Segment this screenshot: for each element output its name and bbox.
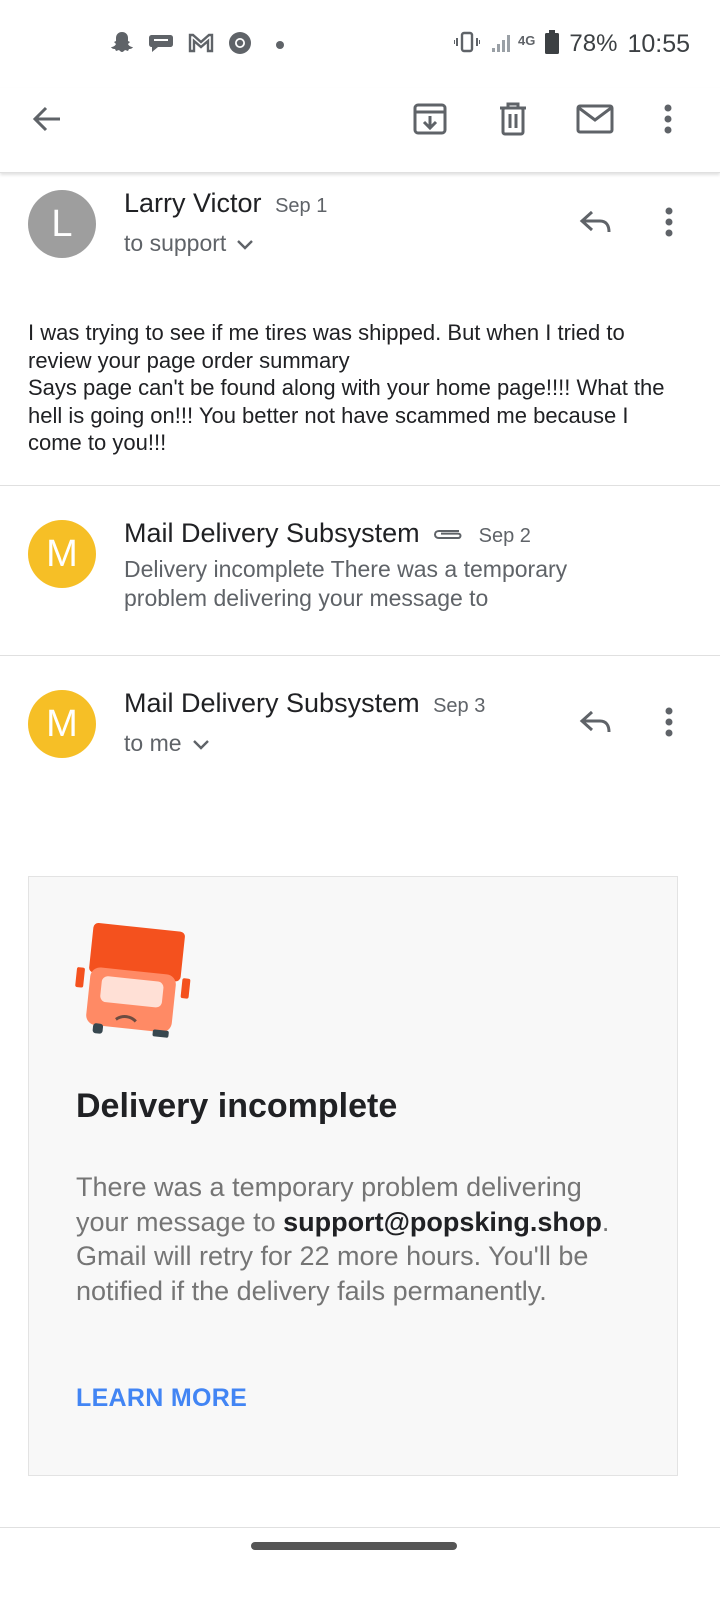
sender-line: Larry Victor Sep 1 — [124, 188, 327, 219]
delivery-incomplete-card: Delivery incomplete There was a temporar… — [28, 876, 678, 1476]
back-arrow-icon — [30, 102, 64, 141]
recipient-details[interactable]: to support — [124, 230, 254, 257]
more-vert-icon — [665, 207, 673, 242]
mark-unread-button[interactable] — [567, 93, 623, 149]
avatar-letter: M — [46, 532, 78, 575]
body-line: I was trying to see if me tires was ship… — [28, 320, 625, 373]
divider — [0, 1527, 720, 1528]
home-gesture-bar[interactable] — [251, 1542, 457, 1550]
gmail-icon — [188, 33, 214, 58]
back-button[interactable] — [19, 93, 75, 149]
chevron-down-icon — [236, 230, 254, 257]
messaging-icon — [148, 32, 174, 59]
more-vert-icon — [664, 104, 672, 139]
sender-line: Mail Delivery Subsystem Sep 2 — [124, 518, 531, 549]
learn-more-link[interactable]: LEARN MORE — [76, 1384, 247, 1413]
message-date: Sep 1 — [275, 195, 328, 217]
more-notifications-dot — [276, 41, 284, 49]
network-type: 4G — [518, 32, 536, 48]
message-more-button[interactable] — [641, 196, 697, 252]
recipient-details[interactable]: to me — [124, 730, 210, 757]
message-mail-delivery: M Mail Delivery Subsystem Sep 3 to me — [0, 656, 720, 816]
body-line: Says page can't be found along with your… — [28, 375, 665, 455]
reply-button[interactable] — [568, 196, 624, 252]
app-toolbar — [0, 88, 720, 173]
clock: 10:55 — [627, 29, 690, 58]
message-collapsed[interactable]: M Mail Delivery Subsystem Sep 2 Delivery… — [0, 486, 720, 655]
sender-name: Larry Victor — [124, 188, 262, 218]
avatar-letter: M — [46, 702, 78, 745]
more-options-button[interactable] — [640, 93, 696, 149]
signal-icon — [490, 30, 514, 59]
message-date: Sep 2 — [478, 525, 531, 547]
message-more-button[interactable] — [641, 696, 697, 752]
recipient-text: to support — [124, 230, 227, 256]
status-bar: 4G 78% 10:55 — [0, 0, 720, 88]
delivery-truck-icon — [74, 921, 194, 1046]
sender-line: Mail Delivery Subsystem Sep 3 — [124, 688, 485, 719]
reply-icon — [579, 209, 613, 240]
message-larry-victor: L Larry Victor Sep 1 to support I was tr… — [0, 172, 720, 485]
avatar-letter: L — [51, 202, 73, 245]
more-vert-icon — [665, 707, 673, 742]
battery-icon — [545, 29, 560, 59]
card-title: Delivery incomplete — [76, 1087, 398, 1125]
chevron-down-icon — [192, 730, 210, 757]
message-snippet: Delivery incomplete There was a temporar… — [124, 556, 568, 611]
message-body: I was trying to see if me tires was ship… — [28, 319, 688, 457]
sender-name: Mail Delivery Subsystem — [124, 518, 420, 548]
reply-icon — [579, 709, 613, 740]
chrome-icon — [228, 31, 252, 60]
attachment-icon — [431, 518, 473, 548]
avatar[interactable]: L — [28, 190, 96, 258]
snapchat-icon — [110, 30, 134, 61]
avatar[interactable]: M — [28, 690, 96, 758]
archive-button[interactable] — [402, 93, 458, 149]
recipient-email: support@popsking.shop — [283, 1206, 602, 1237]
card-message: There was a temporary problem delivering… — [76, 1170, 636, 1308]
sender-name: Mail Delivery Subsystem — [124, 688, 420, 718]
reply-button[interactable] — [568, 696, 624, 752]
notification-icons — [110, 30, 284, 60]
recipient-text: to me — [124, 730, 182, 756]
message-date: Sep 3 — [433, 695, 486, 717]
avatar[interactable]: M — [28, 520, 96, 588]
battery-percentage: 78% — [569, 30, 618, 57]
delete-icon — [497, 101, 529, 142]
delete-button[interactable] — [485, 93, 541, 149]
mark-unread-icon — [576, 104, 614, 139]
archive-icon — [412, 101, 448, 142]
vibrate-icon — [453, 30, 482, 59]
